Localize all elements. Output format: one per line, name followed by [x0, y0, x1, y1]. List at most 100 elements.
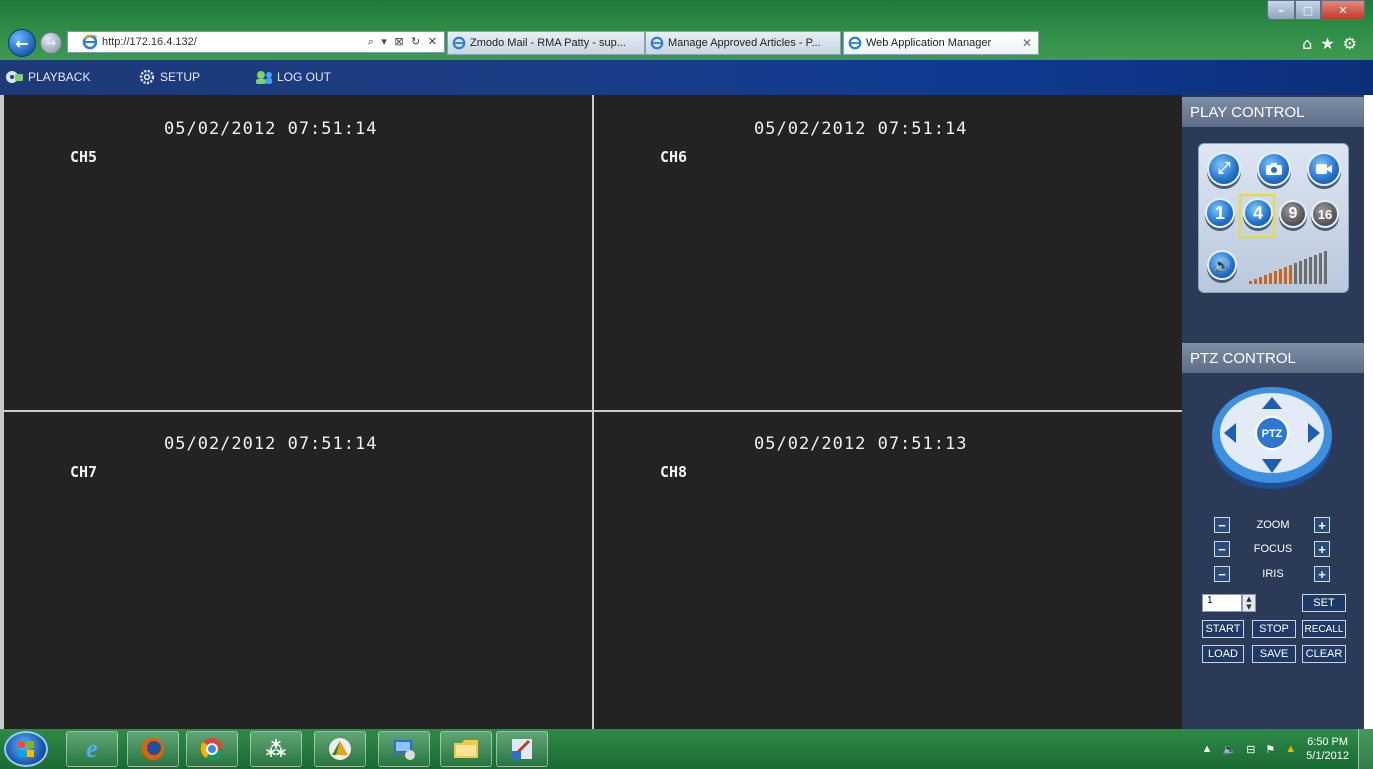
audio-button[interactable]: 🔊 — [1207, 250, 1237, 280]
layout-1-button[interactable]: 1 — [1205, 198, 1235, 228]
set-preset-button[interactable]: SET — [1302, 594, 1346, 612]
preset-spinner[interactable]: ▲ ▼ — [1242, 594, 1256, 612]
people-icon: ⁂ — [265, 737, 287, 761]
fullscreen-button[interactable]: ⤢ — [1207, 152, 1241, 186]
google-drive-icon[interactable]: ▲ — [1285, 743, 1296, 755]
ie-icon: e — [86, 734, 98, 763]
zoom-label: ZOOM — [1256, 519, 1290, 531]
tab-title: Zmodo Mail - RMA Patty - sup... — [470, 37, 626, 49]
volume-bar — [1264, 275, 1267, 284]
taskbar-internet-explorer[interactable]: e — [66, 731, 118, 767]
clear-button[interactable]: CLEAR — [1302, 645, 1346, 663]
taskbar-chrome[interactable] — [186, 731, 238, 767]
video-tile-ch6[interactable]: 05/02/2012 07:51:14 CH6 — [594, 95, 1182, 410]
network-icon[interactable]: ⊟ — [1246, 743, 1255, 756]
logout-button[interactable]: LOG OUT — [255, 69, 331, 85]
timestamp: 05/02/2012 07:51:14 — [164, 434, 378, 454]
ie-icon — [452, 36, 466, 50]
taskbar-app-people[interactable]: ⁂ — [250, 731, 302, 767]
back-button[interactable]: ← — [8, 29, 36, 57]
tab-zmodo-mail[interactable]: Zmodo Mail - RMA Patty - sup... — [447, 31, 645, 55]
taskbar-firefox[interactable] — [127, 731, 179, 767]
recall-preset-button[interactable]: RECALL — [1302, 620, 1346, 638]
record-button[interactable] — [1307, 152, 1341, 186]
video-tile-ch5[interactable]: 05/02/2012 07:51:14 CH5 — [4, 95, 592, 410]
maximize-button[interactable]: □ — [1295, 0, 1321, 20]
show-hidden-icons-icon[interactable]: ▲ — [1202, 743, 1213, 755]
play-control-header: PLAY CONTROL — [1182, 97, 1364, 127]
show-desktop-button[interactable] — [1358, 729, 1373, 769]
page-edge — [1364, 95, 1373, 729]
close-window-button[interactable]: ✕ — [1321, 0, 1365, 20]
volume-bar — [1294, 263, 1297, 284]
iris-plus-button[interactable]: + — [1314, 566, 1330, 582]
load-button[interactable]: LOAD — [1202, 645, 1244, 663]
spin-up-icon[interactable]: ▲ — [1246, 595, 1251, 603]
layout-9-button[interactable]: 9 — [1279, 200, 1307, 228]
windows-logo-icon — [18, 741, 34, 757]
remote-desktop-icon — [394, 740, 415, 760]
save-button[interactable]: SAVE — [1252, 645, 1296, 663]
address-url[interactable]: http://172.16.4.132/ — [102, 36, 368, 48]
stop-cruise-button[interactable]: STOP — [1252, 620, 1296, 638]
playback-film-icon — [6, 71, 23, 83]
focus-plus-button[interactable]: + — [1314, 541, 1330, 557]
tools-gear-icon[interactable]: ⚙ — [1343, 34, 1357, 53]
arrow-left-icon: ← — [15, 33, 29, 53]
logout-user-icon — [256, 71, 272, 84]
volume-bar — [1314, 255, 1317, 284]
volume-bar — [1289, 265, 1292, 284]
video-tile-ch8[interactable]: 05/02/2012 07:51:13 CH8 — [594, 412, 1182, 729]
channel-label: CH8 — [660, 463, 688, 481]
video-grid: 05/02/2012 07:51:14 CH5 05/02/2012 07:51… — [0, 95, 1182, 729]
volume-bar — [1284, 267, 1287, 284]
play-control-box: ⤢ 1 4 9 16 🔊 — [1198, 143, 1349, 293]
address-tools[interactable]: ⌕ ▾ ⊠ ↻ ✕ — [368, 35, 444, 49]
tab-manage-articles[interactable]: Manage Approved Articles - P... — [645, 31, 841, 55]
volume-bar — [1324, 251, 1327, 284]
volume-bar — [1249, 281, 1252, 284]
volume-bar — [1269, 273, 1272, 284]
volume-bar — [1259, 277, 1262, 284]
start-button[interactable] — [4, 731, 48, 767]
minimize-button[interactable]: – — [1267, 0, 1295, 20]
tab-close-icon[interactable]: ✕ — [1016, 36, 1038, 50]
taskbar-paint-tool[interactable] — [496, 731, 548, 767]
tab-title: Manage Approved Articles - P... — [668, 37, 821, 49]
tab-web-application-manager[interactable]: Web Application Manager ✕ — [843, 31, 1039, 55]
window-controls: – □ ✕ — [1267, 0, 1365, 20]
clock[interactable]: 6:50 PM 5/1/2012 — [1306, 735, 1349, 763]
taskbar-file-explorer[interactable] — [440, 731, 492, 767]
start-cruise-button[interactable]: START — [1202, 620, 1244, 638]
spin-down-icon[interactable]: ▼ — [1246, 603, 1251, 611]
volume-icon[interactable]: 🔈 — [1222, 743, 1236, 756]
timestamp: 05/02/2012 07:51:13 — [754, 434, 968, 454]
focus-label: FOCUS — [1253, 543, 1293, 555]
video-tile-ch7[interactable]: 05/02/2012 07:51:14 CH7 — [4, 412, 592, 729]
iris-minus-button[interactable]: − — [1214, 566, 1230, 582]
video-camera-icon — [1316, 164, 1332, 174]
focus-minus-button[interactable]: − — [1214, 541, 1230, 557]
favorites-star-icon[interactable]: ★ — [1320, 34, 1334, 53]
zoom-in-button[interactable]: + — [1314, 517, 1330, 533]
volume-bar — [1279, 269, 1282, 284]
playback-button[interactable]: PLAYBACK — [6, 69, 90, 85]
forward-button[interactable]: → — [40, 32, 62, 54]
system-tray: ▲ 🔈 ⊟ ⚑ ▲ 6:50 PM 5/1/2012 — [1202, 729, 1349, 769]
address-bar[interactable]: http://172.16.4.132/ ⌕ ▾ ⊠ ↻ ✕ — [67, 31, 445, 53]
drive-icon — [329, 738, 351, 760]
layout-16-button[interactable]: 16 — [1311, 200, 1339, 228]
setup-button[interactable]: SETUP — [138, 69, 200, 85]
action-center-flag-icon[interactable]: ⚑ — [1265, 743, 1275, 756]
control-panel: PLAY CONTROL ⤢ 1 4 9 16 🔊 PTZ CONTROL PT… — [1182, 95, 1364, 729]
home-icon[interactable]: ⌂ — [1302, 34, 1312, 53]
taskbar-remote-desktop[interactable] — [378, 731, 430, 767]
ptz-direction-pad[interactable]: PTZ — [1210, 385, 1334, 491]
taskbar-app-triangle[interactable] — [314, 731, 366, 767]
volume-slider[interactable] — [1249, 248, 1327, 284]
zoom-out-button[interactable]: − — [1214, 517, 1230, 533]
preset-number-input[interactable]: 1 — [1202, 594, 1242, 612]
volume-bar — [1309, 257, 1312, 284]
snapshot-button[interactable] — [1257, 152, 1291, 186]
channel-label: CH6 — [660, 148, 688, 166]
